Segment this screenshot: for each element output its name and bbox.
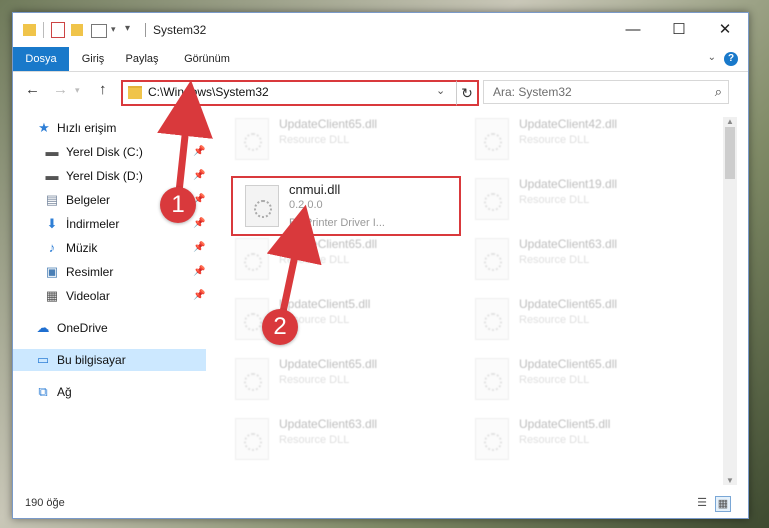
arrow-to-address-bar	[157, 80, 213, 196]
annotation-arrows	[157, 80, 322, 316]
step-1-badge: 1	[160, 187, 196, 223]
arrow-to-highlighted-file	[266, 204, 322, 316]
step-2-badge: 2	[262, 309, 298, 345]
